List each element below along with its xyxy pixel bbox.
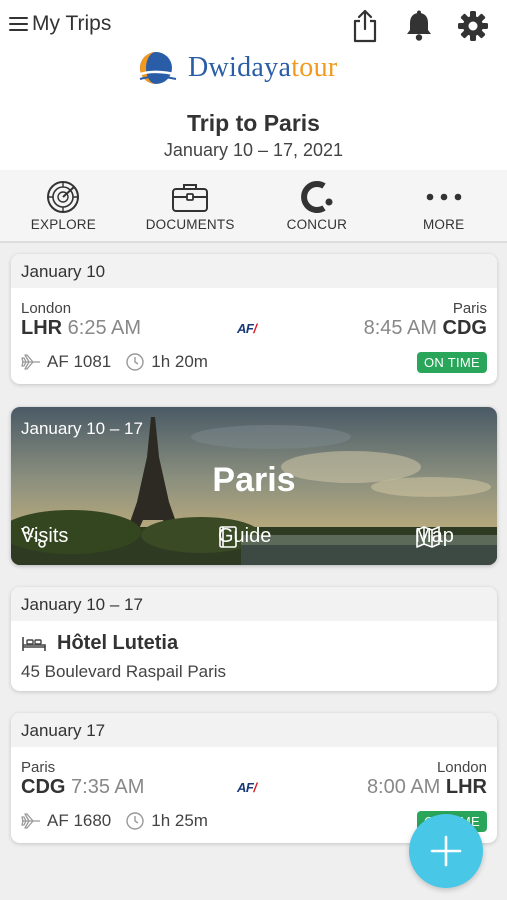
logo-emblem-icon bbox=[137, 52, 179, 84]
departure-code: CDG bbox=[21, 776, 66, 798]
nav-concur-label: CONCUR bbox=[286, 217, 348, 232]
arrival-time: 8:00 AM bbox=[366, 776, 441, 798]
flight-duration: 1h 25m bbox=[151, 811, 208, 830]
flight-number: AF 1680 bbox=[47, 811, 112, 830]
radar-icon bbox=[45, 179, 81, 215]
nav-concur[interactable]: CONCUR bbox=[254, 170, 381, 241]
map-button[interactable]: Map bbox=[415, 525, 454, 548]
destination-dates: January 10 – 17 bbox=[21, 419, 143, 438]
menu-label: My Trips bbox=[32, 12, 112, 35]
air-france-logo: AF/ bbox=[237, 321, 257, 336]
arrival-city: Paris bbox=[452, 300, 487, 317]
logo-text-accent: tour bbox=[291, 52, 338, 83]
hotel-name: Hôtel Lutetia bbox=[57, 632, 179, 654]
destination-name: Paris bbox=[212, 461, 296, 499]
arrival-time: 8:45 AM bbox=[363, 317, 437, 339]
hotel-card[interactable]: January 10 – 17 Hôtel Lutetia 45 Bouleva… bbox=[11, 587, 497, 691]
flight-date: January 10 bbox=[11, 254, 497, 288]
nav-more-label: MORE bbox=[422, 217, 465, 232]
clock-icon bbox=[126, 353, 144, 371]
plane-icon bbox=[21, 354, 40, 370]
departure-city: London bbox=[21, 300, 72, 317]
departure-code: LHR bbox=[21, 317, 63, 339]
flight-number: AF 1081 bbox=[47, 352, 112, 371]
briefcase-icon bbox=[171, 179, 209, 215]
dwidayatour-logo: Dwidayatour bbox=[136, 48, 338, 88]
concur-icon bbox=[298, 179, 336, 215]
arrival-city: London bbox=[436, 759, 487, 776]
arrival-code: LHR bbox=[445, 776, 487, 798]
share-icon[interactable] bbox=[349, 9, 381, 43]
flight-duration: 1h 20m bbox=[151, 352, 208, 371]
more-dots-icon bbox=[425, 179, 463, 215]
nav-explore[interactable]: EXPLORE bbox=[0, 170, 127, 241]
arrival-code: CDG bbox=[442, 317, 487, 339]
nav-documents[interactable]: DOCUMENTS bbox=[127, 170, 254, 241]
trip-dates: January 10 – 17, 2021 bbox=[163, 140, 344, 160]
departure-time: 7:35 AM bbox=[71, 776, 145, 798]
add-button[interactable] bbox=[409, 814, 483, 888]
trip-title: Trip to Paris bbox=[187, 110, 320, 136]
hamburger-icon bbox=[9, 16, 28, 32]
bed-icon bbox=[22, 636, 46, 651]
route-icon bbox=[22, 526, 46, 548]
flight-card-outbound[interactable]: January 10 London LHR 6:25 AM AF/ Paris … bbox=[11, 254, 497, 384]
logo-text-main: Dwidaya bbox=[188, 52, 292, 83]
book-icon bbox=[219, 526, 237, 548]
air-france-logo: AF/ bbox=[237, 780, 257, 795]
nav-explore-label: EXPLORE bbox=[30, 217, 96, 232]
status-badge: ON TIME bbox=[416, 352, 487, 373]
map-icon bbox=[416, 526, 440, 548]
gear-icon[interactable] bbox=[457, 9, 489, 43]
departure-city: Paris bbox=[21, 759, 56, 776]
plus-icon bbox=[430, 835, 462, 867]
bell-icon[interactable] bbox=[403, 9, 435, 43]
departure-time: 6:25 AM bbox=[67, 317, 142, 339]
trip-nav-bar: EXPLORE DOCUMENTS CONCUR MORE bbox=[0, 170, 507, 243]
visits-button[interactable]: Visits bbox=[21, 525, 68, 548]
flight-date: January 17 bbox=[11, 713, 497, 747]
hotel-dates: January 10 – 17 bbox=[11, 587, 497, 621]
hotel-address: 45 Boulevard Raspail Paris bbox=[21, 662, 227, 681]
nav-more[interactable]: MORE bbox=[380, 170, 507, 241]
destination-card-paris[interactable]: January 10 – 17 Paris Visits Guide Map bbox=[11, 407, 497, 565]
nav-documents-label: DOCUMENTS bbox=[145, 217, 235, 232]
plane-icon bbox=[21, 813, 40, 829]
top-bar: My Trips Dwidayatour Trip to Paris Janua… bbox=[0, 0, 507, 170]
clock-icon bbox=[126, 812, 144, 830]
guide-button[interactable]: Guide bbox=[218, 525, 271, 548]
my-trips-menu-button[interactable]: My Trips bbox=[9, 12, 111, 36]
